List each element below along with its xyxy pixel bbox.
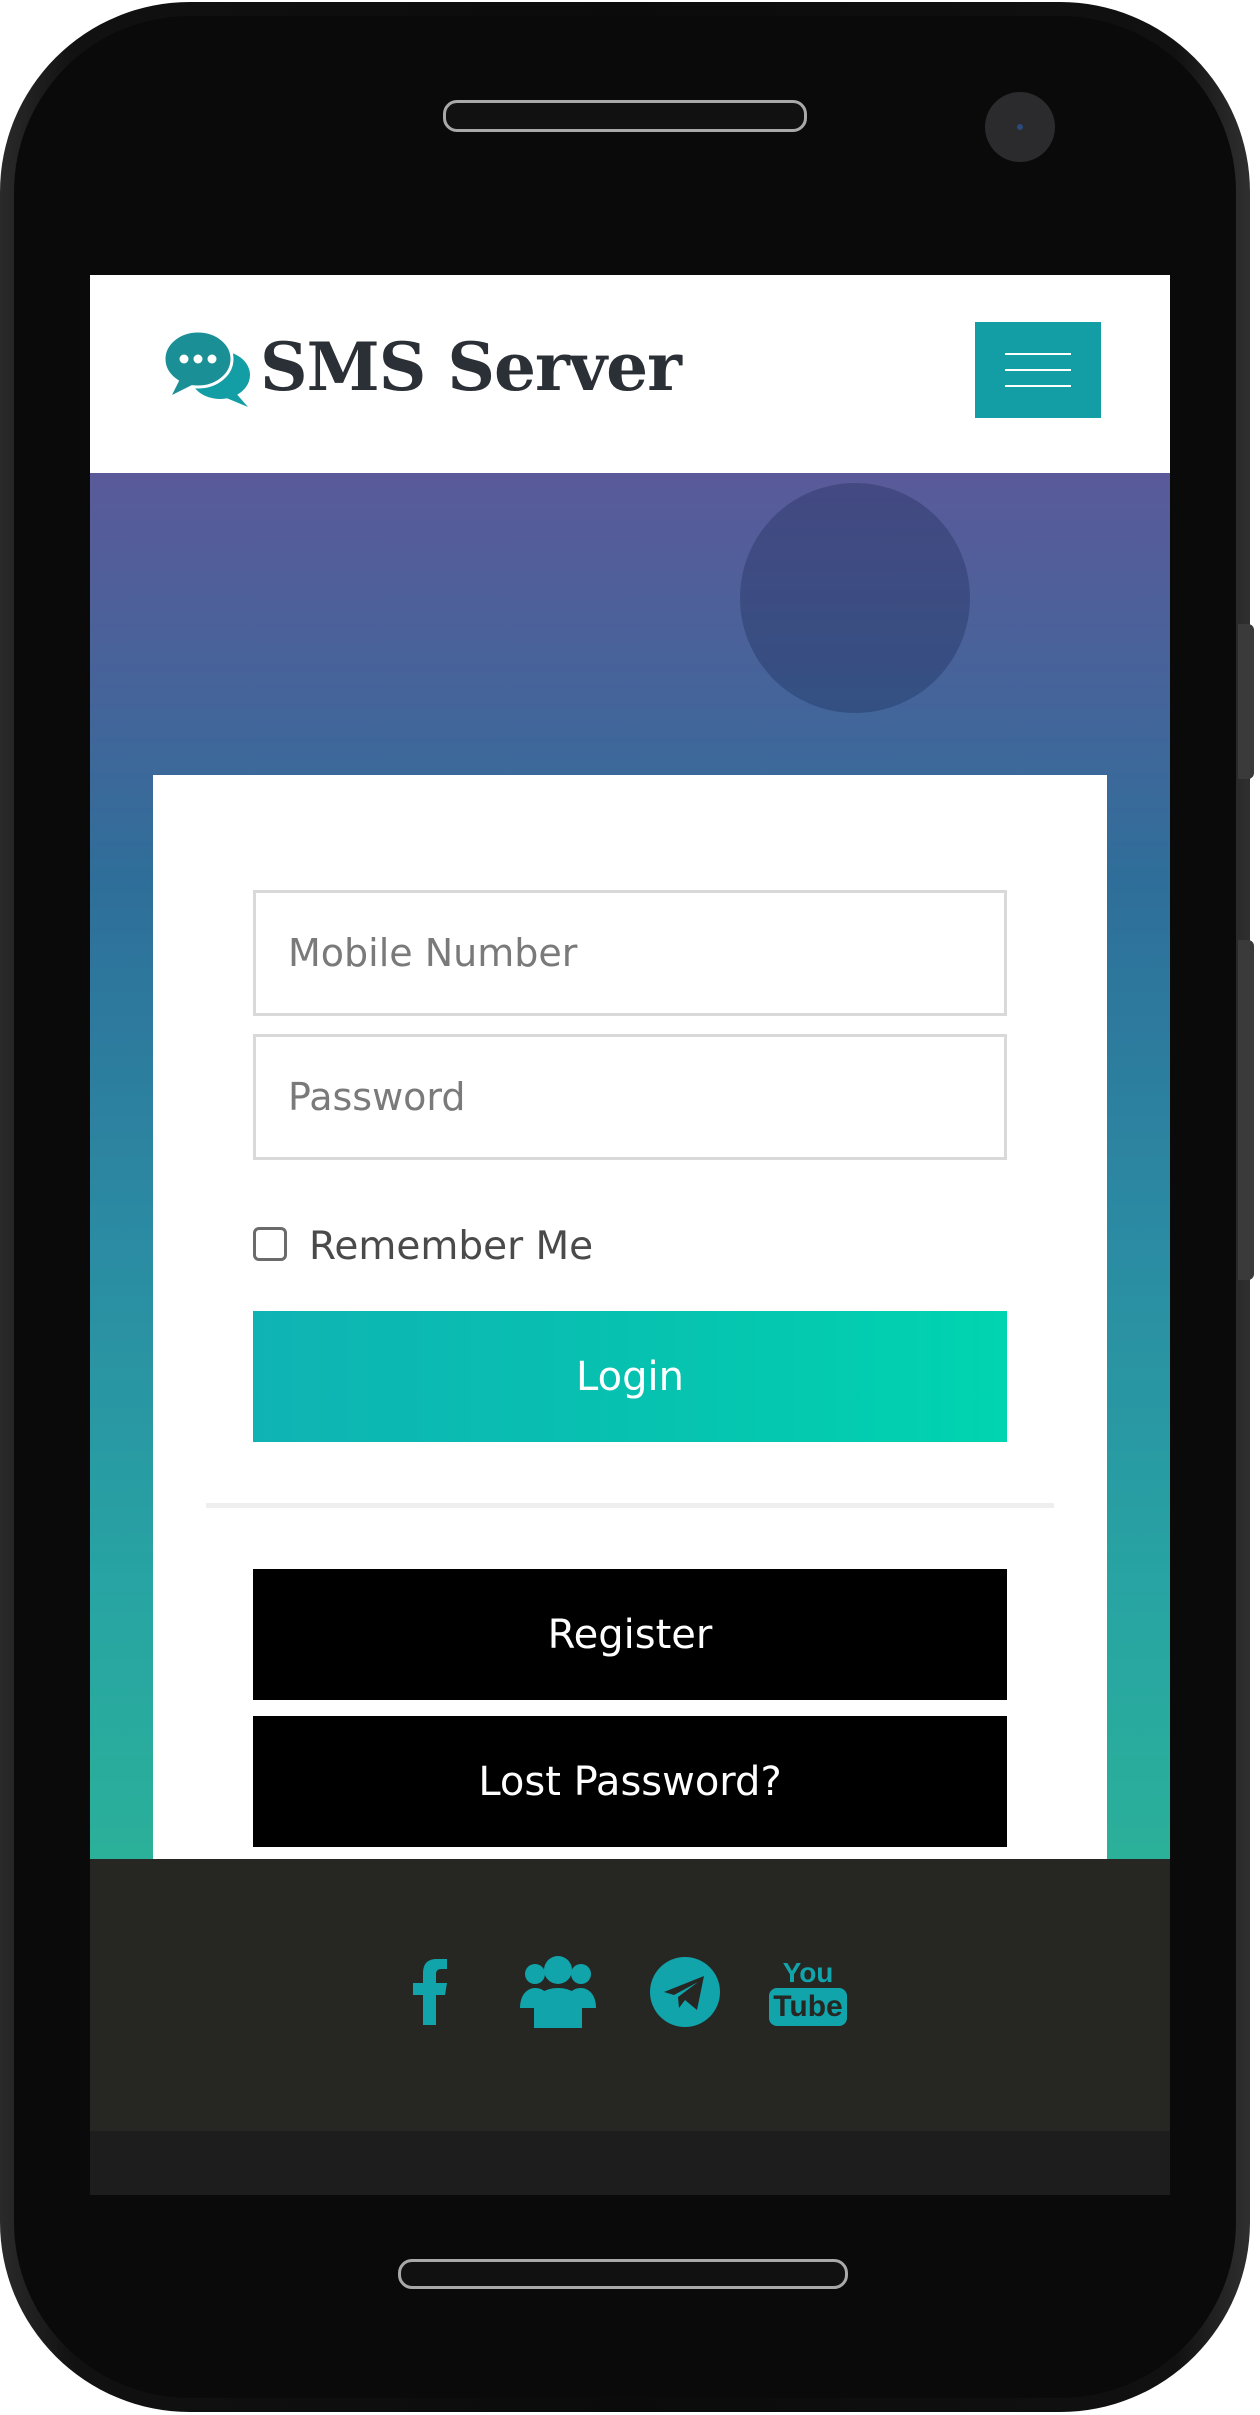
password-input[interactable] (253, 1034, 1007, 1160)
earpiece-speaker (443, 100, 807, 132)
facebook-icon[interactable] (412, 1947, 448, 2037)
mobile-number-input[interactable] (253, 890, 1007, 1016)
remember-me[interactable]: Remember Me (253, 1218, 593, 1269)
youtube-icon[interactable]: You Tube (769, 1947, 847, 2037)
site-header: SMS Server (90, 275, 1170, 473)
remember-me-checkbox[interactable] (253, 1226, 287, 1261)
lost-password-button[interactable]: Lost Password? (253, 1716, 1007, 1847)
phone-screen: SMS Server Remember Me Login Register (90, 275, 1170, 2195)
front-camera (985, 92, 1055, 162)
telegram-icon[interactable] (650, 1947, 720, 2037)
youtube-you-text: You (782, 1957, 834, 1988)
site-logo[interactable]: SMS Server (162, 325, 682, 409)
login-card: Remember Me Login Register Lost Password… (153, 775, 1107, 1859)
hero-background: Remember Me Login Register Lost Password… (90, 473, 1170, 1859)
site-footer (90, 1859, 1170, 2131)
phone-frame: SMS Server Remember Me Login Register (0, 2, 1254, 2412)
bottom-speaker (398, 2259, 848, 2289)
chat-bubbles-icon (162, 325, 254, 409)
volume-button (1238, 624, 1254, 779)
remember-me-label: Remember Me (309, 1224, 594, 1269)
background-person-head (740, 483, 970, 713)
divider (206, 1503, 1054, 1508)
hamburger-menu-icon (1005, 353, 1071, 355)
group-icon[interactable] (520, 1947, 596, 2037)
footer-bottom-bar (90, 2131, 1170, 2195)
logo-text: SMS Server (260, 328, 682, 406)
menu-button[interactable] (975, 322, 1101, 418)
youtube-tube-text: Tube (769, 1988, 847, 2026)
register-button[interactable]: Register (253, 1569, 1007, 1700)
login-button[interactable]: Login (253, 1311, 1007, 1442)
power-button (1238, 940, 1254, 1280)
